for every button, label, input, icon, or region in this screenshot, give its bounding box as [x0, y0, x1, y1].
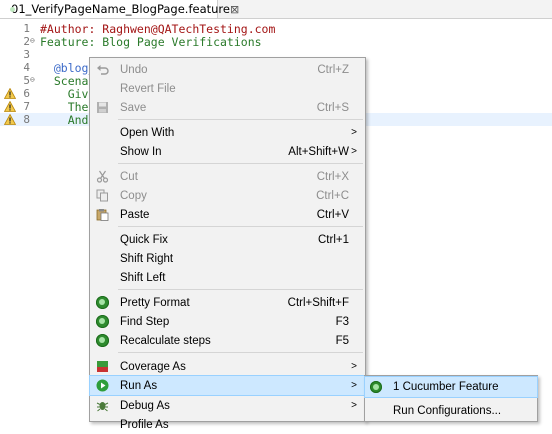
cucumber-icon [96, 315, 109, 328]
menu-item-recalculate-steps[interactable]: Recalculate steps F5 [90, 331, 365, 350]
menu-item-debug-as[interactable]: Debug As > [90, 396, 365, 415]
cucumber-icon [96, 334, 109, 347]
warning-icon [4, 101, 16, 112]
menu-item-profile-as[interactable]: Profile As [90, 415, 365, 434]
code-text: Feature: Blog Page Verifications [40, 35, 262, 49]
menu-separator [118, 226, 363, 227]
save-icon [97, 102, 108, 113]
menu-separator [118, 289, 363, 290]
menu-item-paste[interactable]: Paste Ctrl+V [90, 205, 365, 224]
submenu-arrow-icon: > [351, 127, 357, 138]
line-number: 1 [23, 22, 30, 35]
menu-separator [118, 352, 363, 353]
line-number: 2 [23, 35, 30, 48]
run-as-submenu: 1 Cucumber Feature Run Configurations... [364, 375, 538, 422]
cucumber-icon [96, 296, 109, 309]
menu-item-coverage-as[interactable]: Coverage As > [90, 357, 365, 376]
code-text: Then [40, 100, 96, 114]
context-menu: Undo Ctrl+Z Revert File Save Ctrl+S Open… [89, 57, 366, 431]
menu-item-show-in[interactable]: Show In Alt+Shift+W > [90, 142, 365, 161]
bug-icon [96, 402, 109, 412]
menu-item-copy[interactable]: Copy Ctrl+C [90, 186, 365, 205]
cucumber-icon [370, 381, 382, 393]
line-number: 3 [23, 48, 30, 61]
editor-tab-bar: 01_VerifyPageName_BlogPage.feature ⊠ [0, 0, 552, 19]
paste-icon [96, 209, 109, 221]
menu-item-quick-fix[interactable]: Quick Fix Ctrl+1 [90, 230, 365, 249]
code-text: @blog_ [40, 61, 96, 75]
code-text: Scenar [40, 74, 96, 88]
menu-separator [118, 119, 363, 120]
line-number: 8 [23, 113, 30, 126]
code-text: And [40, 113, 96, 127]
submenu-item-run-configurations[interactable]: Run Configurations... [365, 401, 537, 421]
menu-item-pretty-format[interactable]: Pretty Format Ctrl+Shift+F [90, 293, 365, 312]
line-number: 6 [23, 87, 30, 100]
fold-toggle-icon[interactable]: ⊖ [30, 75, 35, 84]
menu-separator [118, 163, 363, 164]
menu-item-shift-right[interactable]: Shift Right [90, 249, 365, 268]
tab-title: 01_VerifyPageName_BlogPage.feature [11, 2, 230, 16]
code-text: Give [40, 87, 96, 101]
menu-item-open-with[interactable]: Open With > [90, 123, 365, 142]
code-line: 1 #Author: Raghwen@QATechTesting.com [0, 22, 552, 36]
fold-toggle-icon[interactable]: ⊖ [30, 36, 35, 45]
run-icon [96, 379, 109, 392]
close-icon[interactable]: ⊠ [230, 3, 239, 16]
line-number: 7 [23, 100, 30, 113]
warning-icon [4, 88, 16, 99]
menu-item-run-as[interactable]: Run As > [89, 375, 366, 396]
submenu-item-cucumber-feature[interactable]: 1 Cucumber Feature [364, 376, 538, 398]
undo-icon [97, 65, 109, 75]
submenu-arrow-icon: > [351, 380, 357, 391]
menu-item-cut[interactable]: Cut Ctrl+X [90, 167, 365, 186]
menu-item-shift-left[interactable]: Shift Left [90, 268, 365, 287]
line-number: 5 [23, 74, 30, 87]
line-number: 4 [23, 61, 30, 74]
copy-icon [96, 189, 108, 202]
code-text: #Author: Raghwen@QATechTesting.com [40, 22, 276, 36]
menu-item-save[interactable]: Save Ctrl+S [90, 98, 365, 117]
cut-icon [96, 170, 109, 183]
submenu-arrow-icon: > [351, 146, 357, 157]
editor-tab[interactable]: 01_VerifyPageName_BlogPage.feature ⊠ [0, 0, 239, 18]
menu-item-revert-file[interactable]: Revert File [90, 79, 365, 98]
menu-item-find-step[interactable]: Find Step F3 [90, 312, 365, 331]
coverage-icon [97, 361, 108, 372]
code-line: 2 ⊖ Feature: Blog Page Verifications [0, 35, 552, 49]
warning-icon [4, 114, 16, 125]
submenu-arrow-icon: > [351, 400, 357, 411]
menu-item-undo[interactable]: Undo Ctrl+Z [90, 60, 365, 79]
submenu-arrow-icon: > [351, 361, 357, 372]
